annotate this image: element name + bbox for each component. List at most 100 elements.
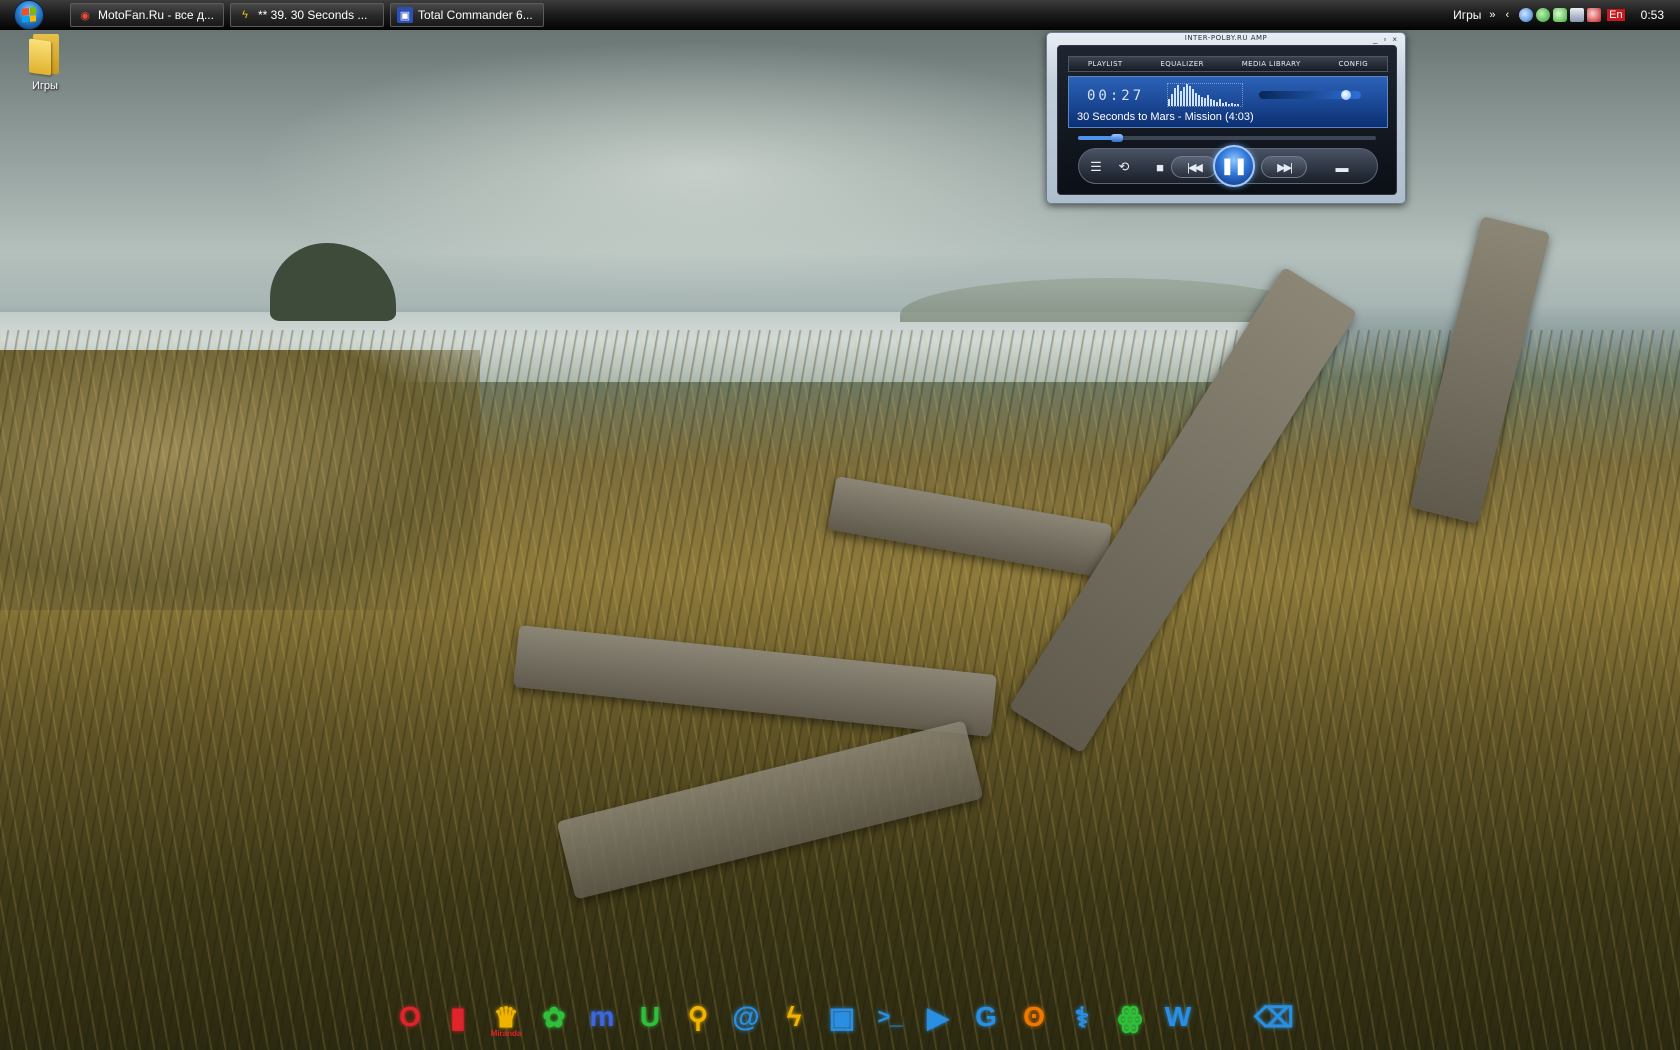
taskbar-button-label: MotoFan.Ru - все д... xyxy=(98,8,214,22)
desktop-icon-label: Игры xyxy=(32,80,58,92)
microscope-icon[interactable]: ⚕ xyxy=(1062,996,1102,1038)
repeat-icon[interactable]: ⟲ xyxy=(1113,157,1135,177)
player-body: PLAYLIST EQUALIZER MEDIA LIBRARY CONFIG … xyxy=(1057,45,1397,195)
taskbar-button-total-commander[interactable]: ▣ Total Commander 6... xyxy=(390,3,544,27)
volume-knob[interactable] xyxy=(1341,90,1351,100)
play-glyph: ▶ xyxy=(927,1001,949,1033)
close-button[interactable]: × xyxy=(1392,35,1397,44)
start-button[interactable] xyxy=(10,0,48,30)
taskbar-button-label: ** 39. 30 Seconds ... xyxy=(258,8,368,22)
spectrum-bar xyxy=(1201,97,1203,106)
desktop-wallpaper xyxy=(0,0,1680,1050)
spectrum-bar xyxy=(1237,104,1239,106)
spectrum-bar xyxy=(1219,99,1221,106)
stop-button[interactable]: ■ xyxy=(1149,157,1171,177)
trash-glyph: ⌫ xyxy=(1254,1001,1294,1033)
skype-glyph: G xyxy=(975,1001,997,1032)
menu-config[interactable]: CONFIG xyxy=(1339,60,1369,68)
spectrum-bar xyxy=(1180,91,1182,106)
spectrum-bar xyxy=(1222,103,1224,106)
lightning-icon: ϟ xyxy=(242,9,248,21)
language-indicator[interactable]: En xyxy=(1607,9,1625,21)
spectrum-bar xyxy=(1189,86,1191,106)
floppy-icon[interactable]: ▣ xyxy=(822,996,862,1038)
taskbar-button-browser[interactable]: ◉ MotoFan.Ru - все д... xyxy=(70,3,224,27)
spectrum-bar xyxy=(1183,87,1185,106)
restore-button[interactable]: ▫ xyxy=(1383,35,1386,44)
mirc-icon[interactable]: m xyxy=(582,996,622,1038)
word-icon[interactable]: W xyxy=(1158,996,1198,1038)
windows-logo-icon xyxy=(14,0,44,30)
taskbar: ◉ MotoFan.Ru - все д... ϟ ** 39. 30 Seco… xyxy=(0,0,1680,30)
floppy-glyph: ▣ xyxy=(828,1001,856,1033)
media-player-window[interactable]: INTER-POLBY.RU AMP _ ▫ × PLAYLIST EQUALI… xyxy=(1046,32,1406,204)
desktop-icon-games[interactable]: Игры xyxy=(14,30,76,100)
spectrum-bar xyxy=(1228,104,1230,106)
spectrum-bar xyxy=(1195,93,1197,106)
track-title: 30 Seconds to Mars - Mission (4:03) xyxy=(1077,111,1254,123)
opera-icon[interactable]: O xyxy=(390,996,430,1038)
skype-icon[interactable]: G xyxy=(966,996,1006,1038)
games-toolbar[interactable]: Игры xyxy=(1453,8,1481,22)
utorrent-glyph: U xyxy=(639,1001,661,1032)
minimize-button[interactable]: _ xyxy=(1373,35,1377,44)
play-icon[interactable]: ▶ xyxy=(918,996,958,1038)
taskbar-button-player[interactable]: ϟ ** 39. 30 Seconds ... xyxy=(230,3,384,27)
playlist-toggle-icon[interactable]: ☰ xyxy=(1085,157,1107,177)
pause-button[interactable]: ❚❚ xyxy=(1213,145,1255,187)
lightning-icon[interactable]: ϟ xyxy=(774,996,814,1038)
volume-icon[interactable] xyxy=(1587,8,1602,22)
menu-media-library[interactable]: MEDIA LIBRARY xyxy=(1242,60,1301,68)
player-display: 00:27 30 Seconds to Mars - Mission (4:03… xyxy=(1068,76,1388,128)
spectrum-bar xyxy=(1213,100,1215,106)
toolbar-chevron-icon[interactable]: » xyxy=(1489,9,1495,21)
game-icon[interactable]: ꙮ xyxy=(1110,996,1150,1038)
tray-expand-icon[interactable]: ‹ xyxy=(1506,9,1510,21)
utorrent-icon[interactable]: U xyxy=(630,996,670,1038)
apple-icon[interactable] xyxy=(1206,996,1246,1038)
folder-icon xyxy=(29,34,61,76)
spectrum-bar xyxy=(1177,85,1179,106)
dock: O ▮ ♛ Miranda ✿ m U ⚲ @ ϟ ▣ >_ ▶ Gʘ ⚕ ꙮ W ⌫ xyxy=(390,996,1294,1044)
network-icon[interactable] xyxy=(1536,8,1551,22)
terminal-icon[interactable]: >_ xyxy=(870,996,910,1038)
aim-icon[interactable]: ⚲ xyxy=(678,996,718,1038)
trash-icon[interactable]: ⌫ xyxy=(1254,996,1294,1038)
miranda-icon[interactable]: ♛ Miranda xyxy=(486,996,526,1039)
wallpaper-sky xyxy=(250,40,1150,300)
spectrum-bar xyxy=(1192,89,1194,106)
spectrum-bar xyxy=(1231,103,1233,106)
shield-icon[interactable] xyxy=(1570,8,1585,22)
elapsed-time[interactable]: 00:27 xyxy=(1087,88,1144,104)
spectrum-bar xyxy=(1204,98,1206,106)
chat-icon[interactable] xyxy=(1553,8,1568,22)
system-tray: Игры » ‹ En 0:53 xyxy=(1453,0,1680,30)
spectrum-bar xyxy=(1198,95,1200,106)
mirc-glyph: m xyxy=(589,1001,615,1032)
icq-flower-glyph: ✿ xyxy=(542,1001,566,1033)
next-button[interactable]: ▶▶| xyxy=(1261,156,1307,178)
terminal-glyph: >_ xyxy=(877,1004,903,1029)
previous-button[interactable]: |◀◀ xyxy=(1171,156,1217,178)
rocket-icon[interactable]: ▮ xyxy=(438,996,478,1038)
volume-slider[interactable] xyxy=(1259,90,1361,100)
fire-glyph: ʘ xyxy=(1023,1001,1045,1032)
clock[interactable]: 0:53 xyxy=(1641,8,1664,22)
seek-handle[interactable] xyxy=(1111,134,1123,142)
microscope-glyph: ⚕ xyxy=(1074,1001,1090,1033)
spectrum-bar xyxy=(1186,84,1188,106)
globe-icon[interactable] xyxy=(1519,8,1534,22)
menu-equalizer[interactable]: EQUALIZER xyxy=(1160,60,1204,68)
seek-bar[interactable] xyxy=(1078,134,1376,142)
spectrum-bar xyxy=(1174,88,1176,106)
mail-glyph: @ xyxy=(732,1001,760,1032)
player-menu-bar: PLAYLIST EQUALIZER MEDIA LIBRARY CONFIG xyxy=(1068,56,1388,72)
rocket-glyph: ▮ xyxy=(450,1001,466,1033)
mail-icon[interactable]: @ xyxy=(726,996,766,1038)
open-file-icon[interactable]: ▬ xyxy=(1331,157,1353,177)
spectrum-bar xyxy=(1234,104,1236,106)
browser-icon: ◉ xyxy=(80,9,90,22)
icq-flower-icon[interactable]: ✿ xyxy=(534,996,574,1038)
fire-icon[interactable]: ʘ xyxy=(1014,996,1054,1038)
menu-playlist[interactable]: PLAYLIST xyxy=(1088,60,1123,68)
